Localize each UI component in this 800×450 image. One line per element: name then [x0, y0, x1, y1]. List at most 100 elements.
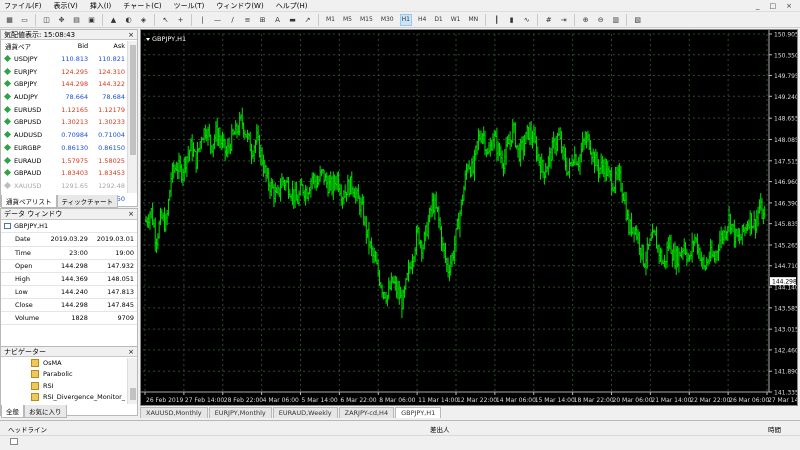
- tab-favorites[interactable]: お気に入り: [24, 405, 67, 418]
- terminal-icon[interactable]: ▤: [71, 14, 82, 26]
- new-chart-icon[interactable]: ▦: [4, 14, 15, 26]
- restore-icon[interactable]: □: [770, 2, 777, 10]
- column-header-time[interactable]: 時間: [768, 424, 781, 434]
- grid-icon[interactable]: #: [543, 14, 554, 26]
- column-header-sender[interactable]: 差出人: [430, 424, 450, 434]
- zoom-out-icon[interactable]: ⊖: [595, 14, 606, 26]
- crosshair-icon[interactable]: +: [175, 14, 186, 26]
- market-watch-row[interactable]: AUDJPY 78.664 78.684: [1, 91, 127, 104]
- market-watch-row[interactable]: GBPAUD 1.83403 1.83453: [1, 167, 127, 180]
- market-watch-row[interactable]: XAUUSD 1291.65 1292.48: [1, 180, 127, 193]
- toolbar-separator: [102, 13, 103, 26]
- navigator-item[interactable]: Parabolic: [1, 369, 137, 381]
- timeframe-h1-button[interactable]: H1: [399, 13, 412, 26]
- chart-tab[interactable]: XAUUSD,Monthly: [140, 407, 208, 418]
- close-icon[interactable]: ×: [128, 348, 134, 356]
- close-icon[interactable]: ×: [128, 31, 134, 39]
- template-icon[interactable]: ▧: [632, 14, 643, 26]
- time-label: 18 Mar 22:00: [574, 397, 614, 404]
- hline-icon[interactable]: —: [212, 14, 223, 26]
- timeframe-m1-button[interactable]: M1: [324, 14, 337, 26]
- text-label-icon[interactable]: ▬: [287, 14, 298, 26]
- menu-item[interactable]: チャート(C): [123, 1, 161, 11]
- column-header-headline[interactable]: ヘッドライン: [8, 424, 47, 434]
- navigator-item[interactable]: OsMA: [1, 357, 137, 369]
- data-value-cursor: 147.813: [90, 285, 137, 299]
- arrows-icon[interactable]: ↗: [302, 14, 313, 26]
- chart-canvas[interactable]: 150.905 150.350 149.795 149.240 148.655 148.0…: [141, 30, 800, 405]
- candle-chart-icon[interactable]: ▮: [506, 14, 517, 26]
- timeframe-w1-button[interactable]: W1: [449, 14, 463, 26]
- navigator-item[interactable]: RSI: [1, 380, 137, 392]
- menu-item[interactable]: 表示(V): [54, 1, 78, 11]
- market-watch-row[interactable]: GBPUSD 1.30213 1.30233: [1, 116, 127, 129]
- market-watch-scrollbar[interactable]: [127, 41, 137, 193]
- column-header-ask[interactable]: Ask: [90, 40, 127, 53]
- tab-tick-chart[interactable]: ティックチャート: [56, 195, 119, 208]
- market-watch-row[interactable]: EURJPY 124.295 124.310: [1, 65, 127, 78]
- timeframe-mn-button[interactable]: MN: [467, 14, 481, 26]
- column-header-bid[interactable]: Bid: [53, 40, 90, 53]
- vline-icon[interactable]: |: [197, 14, 208, 26]
- market-watch-row[interactable]: EURGBP 0.86130 0.86150: [1, 142, 127, 155]
- scroll-thumb[interactable]: [130, 45, 136, 155]
- market-watch-row[interactable]: EURAUD 1.57975 1.58025: [1, 154, 127, 167]
- tile-windows-icon[interactable]: ▥: [610, 14, 621, 26]
- menu-item[interactable]: ファイル(F): [4, 1, 42, 11]
- fibo-icon[interactable]: ⊞: [257, 14, 268, 26]
- autoscroll-icon[interactable]: ⇥: [558, 14, 569, 26]
- timeframe-m15-button[interactable]: M15: [358, 14, 375, 26]
- channel-icon[interactable]: ≡: [242, 14, 253, 26]
- navigator-scrollbar[interactable]: [127, 358, 137, 404]
- autotrading-icon[interactable]: ▲: [108, 14, 119, 26]
- price-label: 149.795: [774, 73, 797, 80]
- market-watch-row[interactable]: USDJPY 110.813 110.821: [1, 53, 127, 66]
- minimize-icon[interactable]: _: [756, 2, 760, 10]
- navigator-icon[interactable]: ✥: [56, 14, 67, 26]
- menu-bar: ファイル(F) 表示(V) 挿入(I) チャート(C) ツール(T) ウィンドウ(W) ヘル…: [0, 0, 800, 12]
- time-label: 4 Mar 06:00: [263, 397, 299, 404]
- chart-tab[interactable]: GBPJPY,H1: [395, 407, 442, 418]
- new-order-icon[interactable]: ◐: [123, 14, 134, 26]
- market-watch-icon[interactable]: ◫: [41, 14, 52, 26]
- menu-item[interactable]: 挿入(I): [90, 1, 112, 11]
- market-watch-row[interactable]: AUDUSD 0.70984 0.71004: [1, 129, 127, 142]
- tab-general[interactable]: 全般: [1, 405, 24, 418]
- indicator-icon: [31, 393, 39, 402]
- navigator-item[interactable]: RSI_Divergence_Monitor_: [1, 392, 137, 404]
- market-watch-row[interactable]: EURUSD 1.12165 1.12179: [1, 103, 127, 116]
- menu-item[interactable]: ウィンドウ(W): [216, 1, 263, 11]
- chart-tab[interactable]: EURAUD,Weekly: [272, 407, 338, 418]
- timeframe-d1-button[interactable]: D1: [432, 14, 444, 26]
- text-tool-button[interactable]: A: [272, 14, 283, 26]
- time-label: 22 Mar 22:00: [690, 397, 730, 404]
- price-chart[interactable]: 150.905 150.350 149.795 149.240 148.655 148.0…: [140, 29, 800, 406]
- tester-icon[interactable]: ▣: [86, 14, 97, 26]
- chart-tab[interactable]: EURJPY,Monthly: [208, 407, 272, 418]
- symbol-icon: [3, 118, 12, 126]
- tab-symbol-list[interactable]: 通貨ペアリスト: [1, 195, 57, 208]
- time-label: 14 Mar 06:00: [496, 397, 536, 404]
- data-label: Close: [1, 298, 45, 312]
- data-value-current: 2019.03.29: [44, 233, 91, 247]
- trendline-icon[interactable]: /: [227, 14, 238, 26]
- timeframe-h4-button[interactable]: H4: [416, 14, 428, 26]
- zoom-in-icon[interactable]: ⊕: [580, 14, 591, 26]
- menu-item[interactable]: ツール(T): [174, 1, 205, 11]
- menu-item[interactable]: ヘルプ(H): [276, 1, 308, 11]
- column-header-symbol[interactable]: 通貨ペア: [1, 40, 53, 53]
- data-window-row: Low 144.240 147.813: [1, 285, 137, 299]
- line-chart-icon[interactable]: ∿: [521, 14, 532, 26]
- market-watch-row[interactable]: GBPJPY 144.298 144.322: [1, 78, 127, 91]
- chart-tab[interactable]: ZARJPY-cd,H4: [338, 407, 395, 418]
- timeframe-m5-button[interactable]: M5: [341, 14, 354, 26]
- metaeditor-icon[interactable]: ◈: [138, 14, 149, 26]
- profiles-icon[interactable]: ▭: [19, 14, 30, 26]
- scroll-thumb[interactable]: [130, 388, 136, 400]
- cursor-icon[interactable]: ↖: [160, 14, 171, 26]
- timeframe-m30-button[interactable]: M30: [379, 14, 396, 26]
- bar-chart-icon[interactable]: ┃: [491, 14, 502, 26]
- close-icon[interactable]: ×: [786, 2, 792, 10]
- price-label: 146.960: [774, 179, 797, 186]
- close-icon[interactable]: ×: [128, 210, 134, 218]
